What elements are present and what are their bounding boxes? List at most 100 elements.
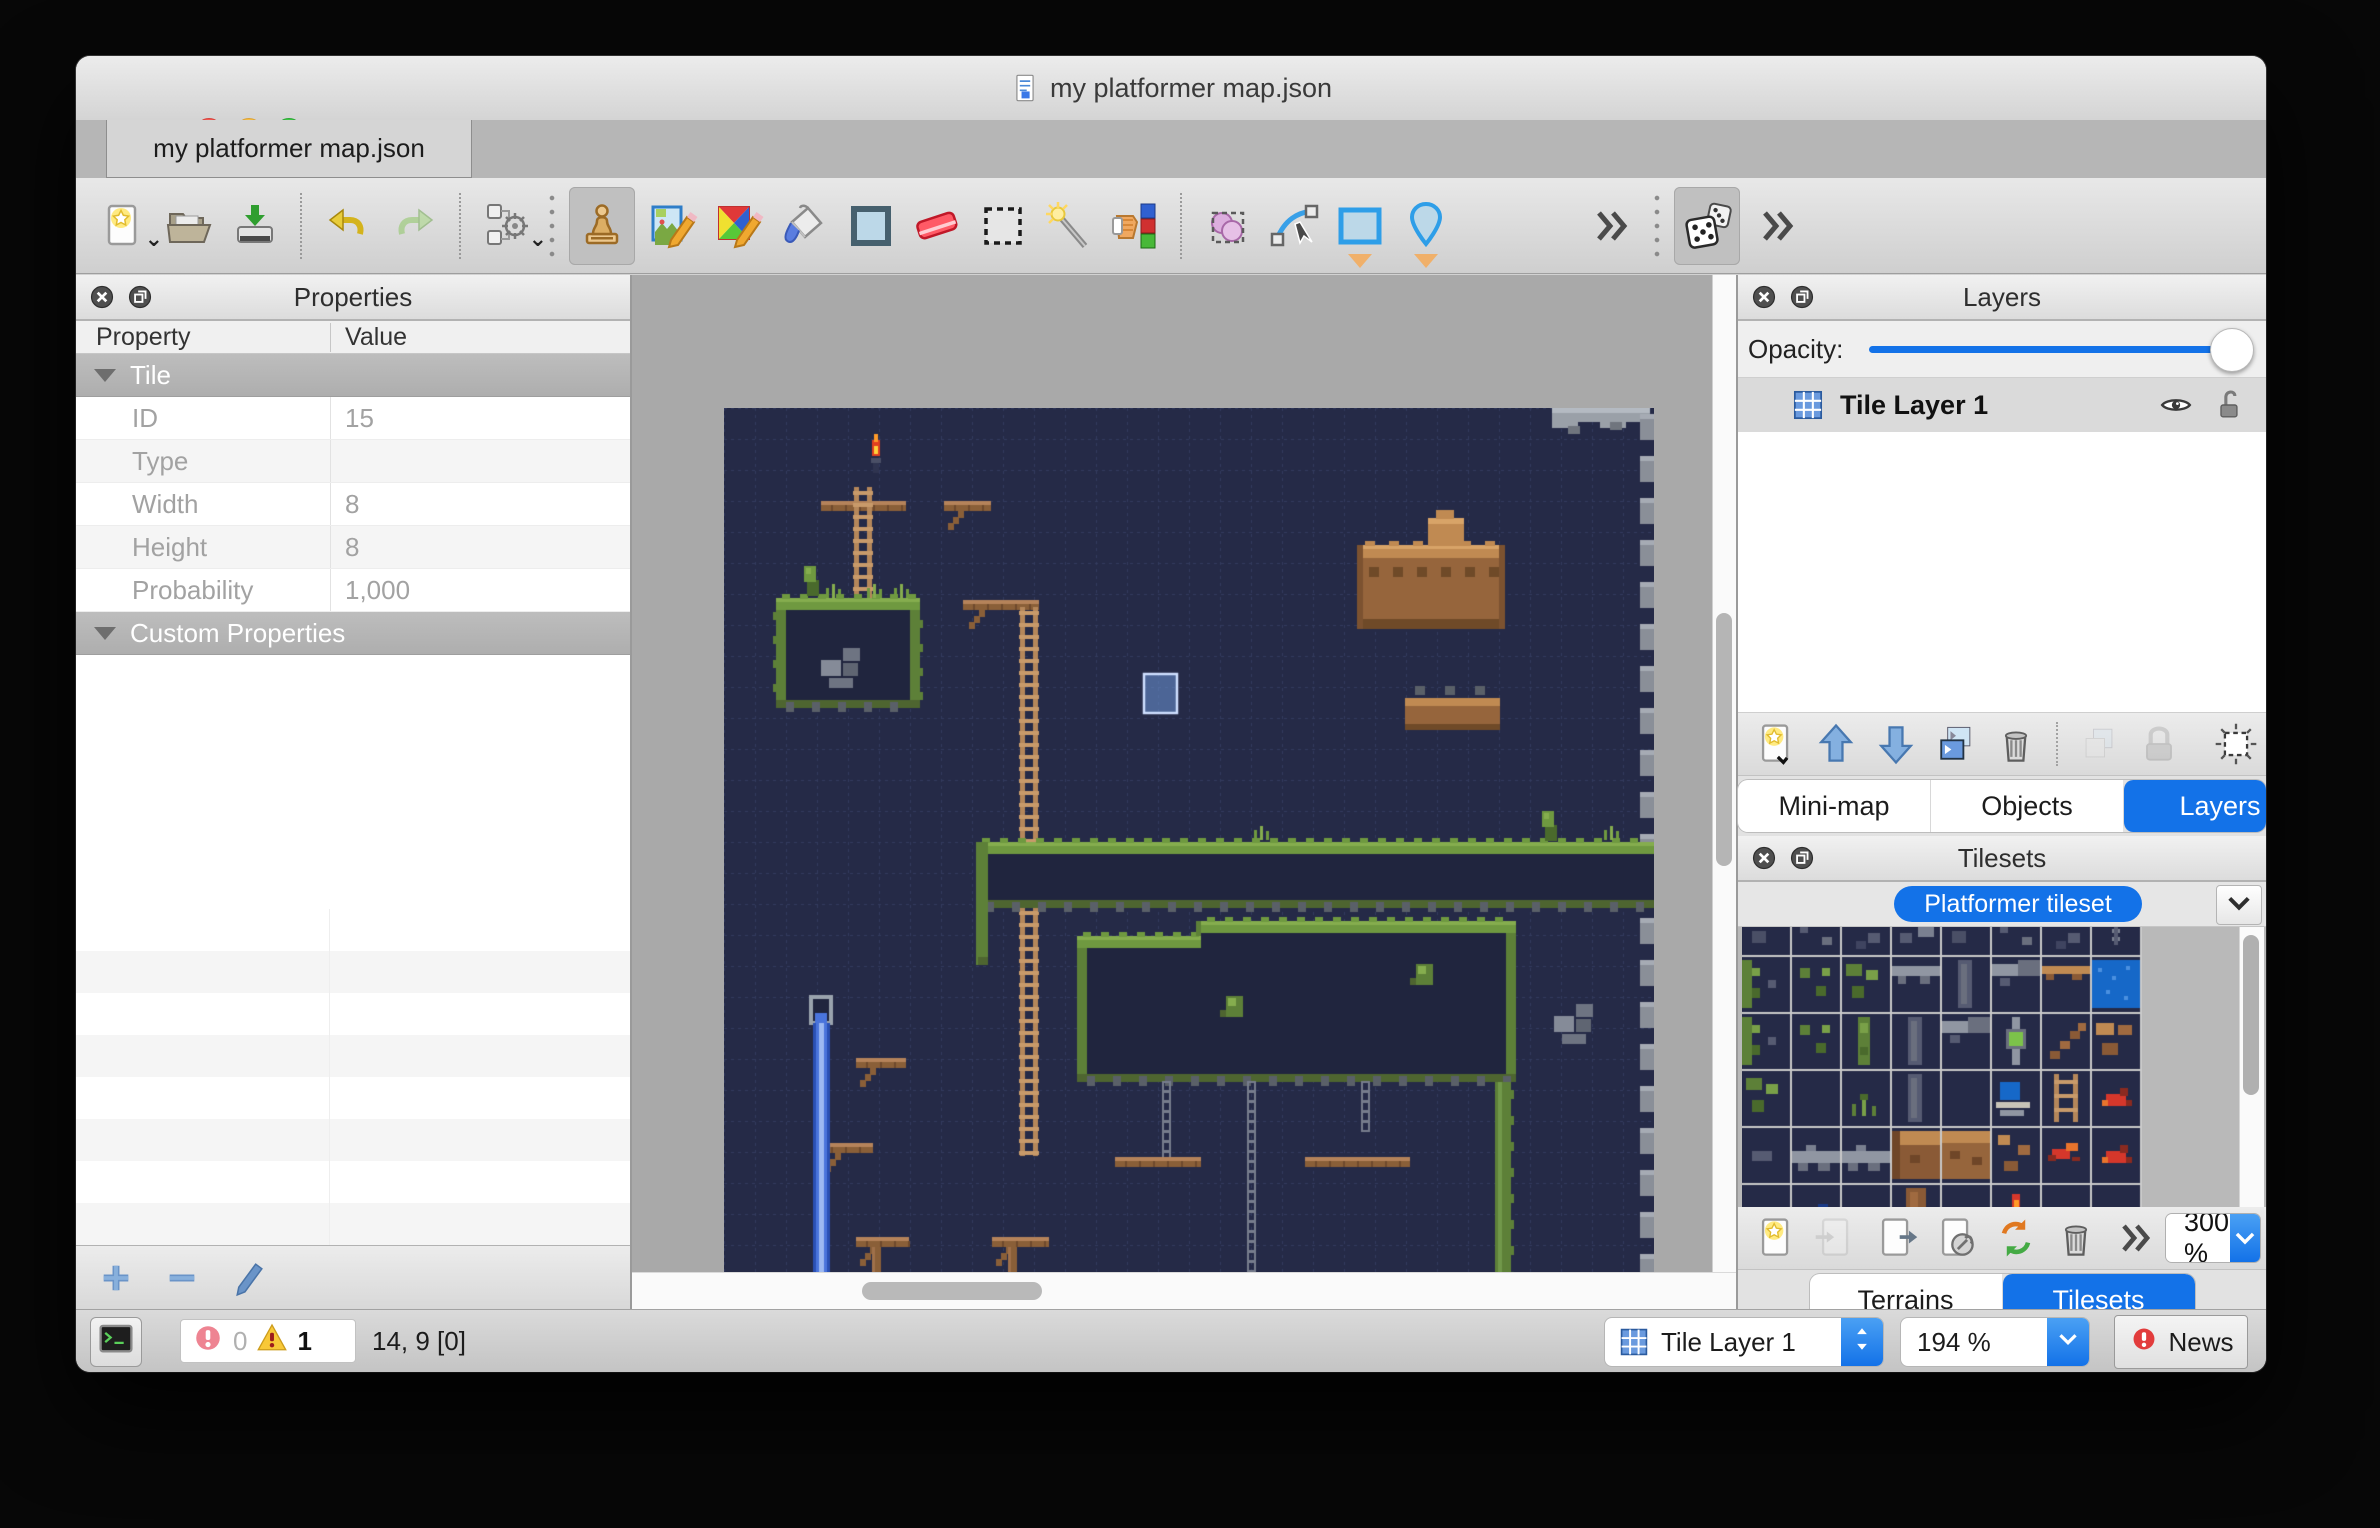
edit-polygons-button[interactable] [1266, 198, 1322, 254]
opacity-slider[interactable] [1851, 321, 2258, 377]
insert-rectangle-button[interactable] [1332, 198, 1388, 254]
warning-count: 1 [297, 1326, 311, 1357]
property-row-probability[interactable]: Probability1,000 [76, 569, 630, 612]
properties-panel-title: Properties [294, 282, 413, 313]
tool-dropdown-triangle-icon[interactable] [1414, 254, 1438, 268]
news-button[interactable]: News [2114, 1315, 2248, 1369]
remove-layer-button[interactable] [1992, 720, 2040, 768]
opacity-slider-track[interactable] [1869, 346, 2232, 353]
float-panel-icon[interactable] [1786, 842, 1818, 874]
layer-visibility-eye-icon[interactable] [2158, 387, 2194, 423]
property-row-width[interactable]: Width8 [76, 483, 630, 526]
automap-button[interactable]: ⌄ [479, 198, 535, 254]
dock-tab-mini-map[interactable]: Mini-map [1738, 780, 1930, 832]
news-icon [2128, 1323, 2160, 1362]
tileset-zoom-select[interactable]: 300 % [2166, 1214, 2260, 1262]
document-tab[interactable]: my platformer map.json [106, 120, 472, 178]
terrain-brush-button[interactable] [645, 198, 701, 254]
float-panel-icon[interactable] [124, 281, 156, 313]
edit-property-button[interactable] [228, 1258, 268, 1298]
magic-wand-button[interactable] [1041, 198, 1097, 254]
shape-fill-button[interactable] [843, 198, 899, 254]
close-panel-icon[interactable] [1748, 842, 1780, 874]
dropdown-chevron-icon[interactable]: ⌄ [529, 226, 547, 252]
lower-layer-button[interactable] [1872, 720, 1920, 768]
rect-select-button[interactable] [975, 198, 1031, 254]
new-tileset-button[interactable] [1752, 1214, 1800, 1262]
property-row-type[interactable]: Type [76, 440, 630, 483]
map-horizontal-scrollbar[interactable] [632, 1272, 1736, 1311]
tile-layer-icon [1617, 1325, 1651, 1359]
map-canvas[interactable] [724, 408, 1654, 1272]
value-column-header: Value [330, 323, 630, 352]
remove-property-button[interactable] [162, 1258, 202, 1298]
redo-button[interactable] [386, 198, 442, 254]
overflow-button[interactable] [1584, 198, 1640, 254]
remove-tileset-button[interactable] [2052, 1214, 2100, 1262]
close-panel-icon[interactable] [86, 281, 118, 313]
tileset-list-dropdown[interactable] [2216, 885, 2262, 925]
layer-stepper-icon[interactable] [1841, 1318, 1883, 1366]
console-button[interactable] [90, 1317, 142, 1367]
import-tileset-button[interactable] [1812, 1214, 1860, 1262]
map-vertical-scrollbar[interactable] [1712, 275, 1737, 1272]
property-row-id[interactable]: ID15 [76, 397, 630, 440]
tileset-scrollbar-thumb[interactable] [2243, 935, 2259, 1095]
collapse-triangle-icon[interactable] [94, 369, 116, 382]
float-panel-icon[interactable] [1786, 281, 1818, 313]
layer-row-tile-layer-1[interactable]: Tile Layer 1 [1738, 378, 2266, 432]
dock-tab-objects[interactable]: Objects [1930, 780, 2123, 832]
open-button[interactable] [161, 198, 217, 254]
toggle-other-layers-button[interactable] [2075, 720, 2123, 768]
add-property-button[interactable] [96, 1258, 136, 1298]
active-tileset-tab[interactable]: Platformer tileset [1894, 886, 2142, 922]
collapse-triangle-icon[interactable] [94, 627, 116, 640]
dock-tab-layers[interactable]: Layers [2123, 780, 2266, 832]
eraser-button[interactable] [909, 198, 965, 254]
zoom-chevron-icon[interactable] [2047, 1318, 2089, 1366]
map-zoom-select[interactable]: 194 % [1900, 1317, 2090, 1367]
new-map-button[interactable]: ⌄ [95, 198, 151, 254]
property-group-tile[interactable]: Tile [76, 354, 630, 397]
tileset-scrollbar[interactable] [2239, 927, 2264, 1207]
dice-button[interactable] [1674, 187, 1740, 265]
layer-lock-icon[interactable] [2212, 387, 2248, 423]
select-objects-button[interactable] [1200, 198, 1256, 254]
edit-tileset-button[interactable] [1932, 1214, 1980, 1262]
lock-layer-button[interactable] [2135, 720, 2183, 768]
bucket-fill-button[interactable] [777, 198, 833, 254]
vertical-scrollbar-thumb[interactable] [1716, 613, 1732, 866]
overflow-button[interactable] [2112, 1214, 2160, 1262]
horizontal-scrollbar-thumb[interactable] [862, 1282, 1042, 1300]
layer-list: Tile Layer 1 [1738, 377, 2266, 713]
messages-indicator[interactable]: 0 1 [180, 1319, 356, 1363]
close-panel-icon[interactable] [1748, 281, 1780, 313]
refresh-tileset-button[interactable] [1992, 1214, 2040, 1262]
property-group-custom-properties[interactable]: Custom Properties [76, 612, 630, 655]
stamp-brush-button[interactable] [569, 187, 635, 265]
overflow2-button[interactable] [1750, 198, 1806, 254]
save-button[interactable] [227, 198, 283, 254]
duplicate-layer-button[interactable] [1932, 720, 1980, 768]
map-view[interactable] [632, 275, 1712, 1272]
property-row-height[interactable]: Height8 [76, 526, 630, 569]
export-tileset-button[interactable] [1872, 1214, 1920, 1262]
opacity-slider-knob[interactable] [2210, 328, 2254, 372]
tool-dropdown-triangle-icon[interactable] [1348, 254, 1372, 268]
undo-button[interactable] [320, 198, 376, 254]
new-layer-button[interactable] [1752, 720, 1800, 768]
insert-point-button[interactable] [1398, 198, 1454, 254]
tileset-grid-area[interactable] [1738, 927, 2266, 1207]
same-tile-select-button[interactable] [1107, 198, 1163, 254]
raise-layer-button[interactable] [1812, 720, 1860, 768]
opacity-label: Opacity: [1748, 334, 1843, 365]
current-layer-select[interactable]: Tile Layer 1 [1604, 1317, 1884, 1367]
properties-panel: Properties Property Value TileID15TypeWi… [76, 275, 632, 1310]
current-layer-label: Tile Layer 1 [1661, 1327, 1841, 1358]
zoom-chevron-icon[interactable] [2230, 1214, 2260, 1262]
news-label: News [2168, 1327, 2233, 1358]
highlight-layer-button[interactable] [2212, 720, 2260, 768]
wang-brush-button[interactable] [711, 198, 767, 254]
tileset-canvas[interactable] [1742, 927, 2142, 1207]
toolbar-drag-handle [1653, 191, 1661, 261]
